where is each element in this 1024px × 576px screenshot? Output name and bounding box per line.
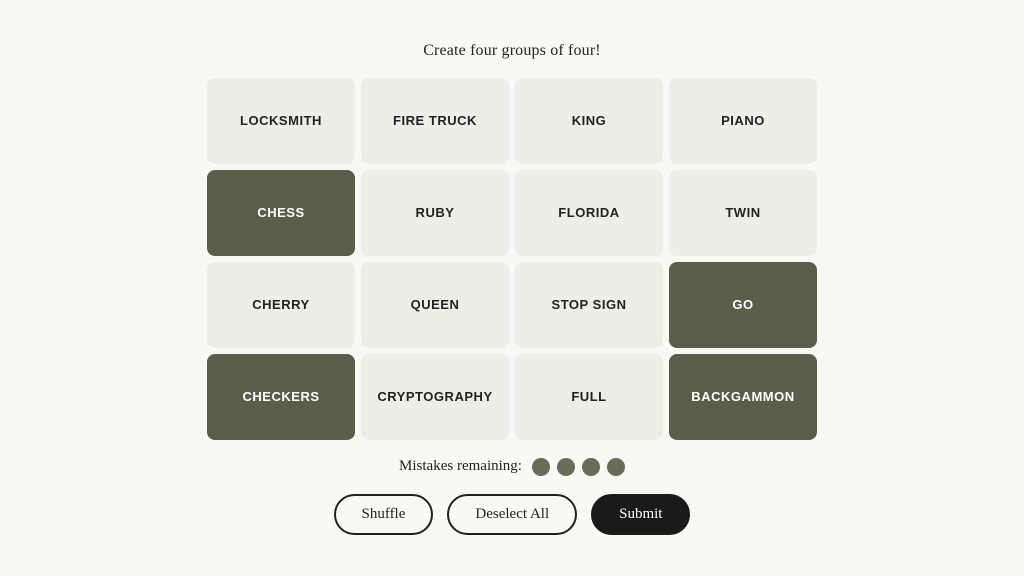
mistake-dot-3	[607, 458, 625, 476]
mistakes-label: Mistakes remaining:	[399, 458, 522, 475]
mistake-dot-2	[582, 458, 600, 476]
tile-13[interactable]: CRYPTOGRAPHY	[361, 354, 509, 440]
tile-4[interactable]: CHESS	[207, 170, 355, 256]
mistakes-dots	[532, 458, 625, 476]
mistake-dot-0	[532, 458, 550, 476]
tile-14[interactable]: FULL	[515, 354, 663, 440]
mistakes-row: Mistakes remaining:	[399, 458, 625, 476]
deselect-all-button[interactable]: Deselect All	[447, 494, 577, 535]
tile-11[interactable]: GO	[669, 262, 817, 348]
tile-5[interactable]: RUBY	[361, 170, 509, 256]
tile-2[interactable]: KING	[515, 78, 663, 164]
tile-7[interactable]: TWIN	[669, 170, 817, 256]
tile-10[interactable]: STOP SIGN	[515, 262, 663, 348]
subtitle: Create four groups of four!	[423, 42, 601, 60]
tile-grid: LOCKSMITHFIRE TRUCKKINGPIANO CHESSRUBYFLO…	[207, 78, 817, 440]
submit-button[interactable]: Submit	[591, 494, 690, 535]
tile-9[interactable]: QUEEN	[361, 262, 509, 348]
main-container: Create four groups of four! LOCKSMITHFIR…	[187, 22, 837, 555]
tile-3[interactable]: PIANO	[669, 78, 817, 164]
tile-8[interactable]: CHERRY	[207, 262, 355, 348]
tile-15[interactable]: BACKGAMMON	[669, 354, 817, 440]
tile-1[interactable]: FIRE TRUCK	[361, 78, 509, 164]
tile-0[interactable]: LOCKSMITH	[207, 78, 355, 164]
tile-12[interactable]: CHECKERS	[207, 354, 355, 440]
buttons-row: Shuffle Deselect All Submit	[334, 494, 691, 535]
mistake-dot-1	[557, 458, 575, 476]
tile-6[interactable]: FLORIDA	[515, 170, 663, 256]
shuffle-button[interactable]: Shuffle	[334, 494, 434, 535]
